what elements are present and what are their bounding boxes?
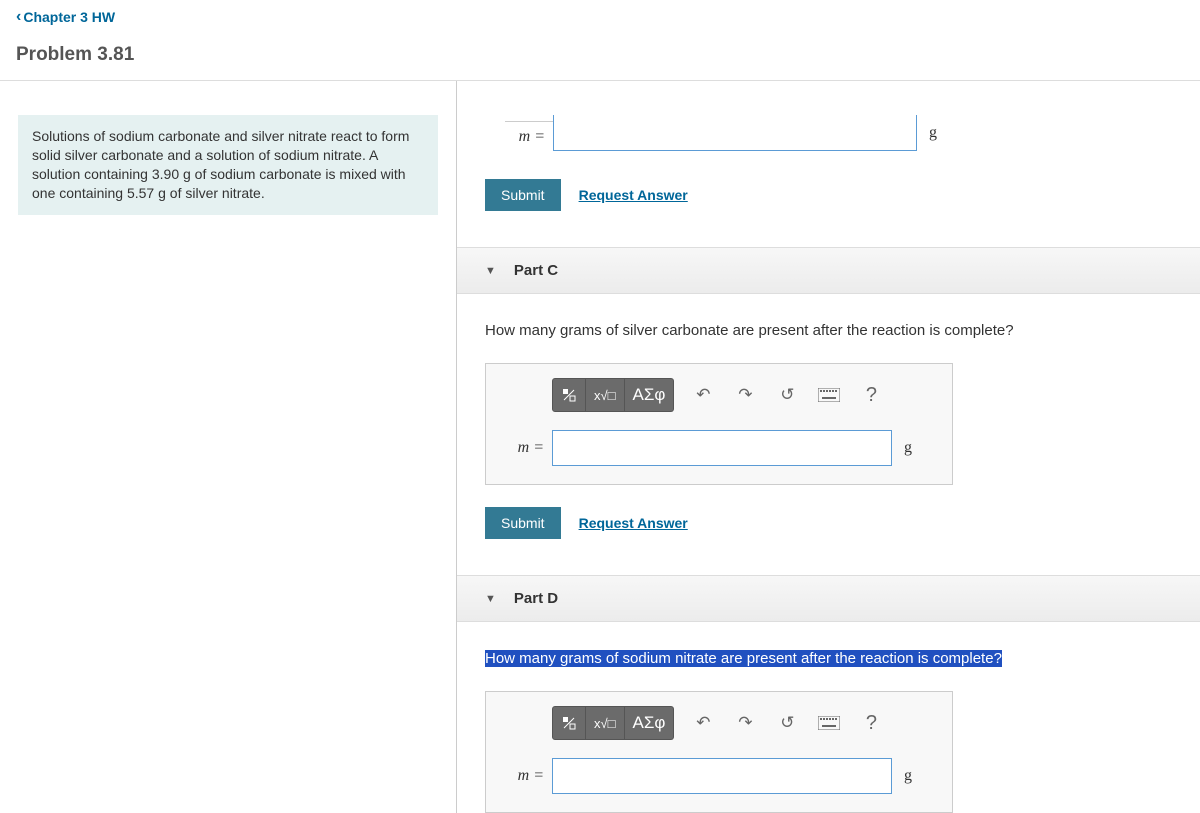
part-b-tail: m = g Submit Request Answer [457, 115, 1200, 211]
left-column: Solutions of sodium carbonate and silver… [0, 81, 457, 813]
part-d-header[interactable]: ▼ Part D [457, 575, 1200, 622]
variable-label: m = [504, 767, 552, 785]
undo-icon[interactable]: ↶ [682, 706, 724, 740]
fraction-tool-icon[interactable] [552, 706, 586, 740]
right-column: m = g Submit Request Answer ▼ Part C How… [457, 81, 1200, 813]
part-c-question: How many grams of silver carbonate are p… [485, 322, 1172, 339]
part-d-body: How many grams of sodium nitrate are pre… [457, 622, 1200, 813]
back-link[interactable]: ‹ Chapter 3 HW [16, 8, 115, 26]
answer-row: m = g [505, 115, 1172, 151]
greek-tool-button[interactable]: ΑΣφ [625, 378, 675, 412]
part-c-header[interactable]: ▼ Part C [457, 247, 1200, 294]
problem-statement: Solutions of sodium carbonate and silver… [18, 115, 438, 215]
answer-toolbox: x√□ ΑΣφ ↶ ↷ ↺ ? m = g [485, 363, 953, 485]
back-link-label: Chapter 3 HW [23, 9, 115, 25]
page-header: ‹ Chapter 3 HW Problem 3.81 [0, 0, 1200, 81]
redo-icon[interactable]: ↷ [724, 378, 766, 412]
submit-button[interactable]: Submit [485, 179, 561, 211]
keyboard-icon[interactable] [808, 378, 850, 412]
redo-icon[interactable]: ↷ [724, 706, 766, 740]
reset-icon[interactable]: ↺ [766, 706, 808, 740]
variable-label: m = [505, 121, 553, 146]
undo-icon[interactable]: ↶ [682, 378, 724, 412]
request-answer-link[interactable]: Request Answer [579, 187, 688, 203]
collapse-icon: ▼ [485, 593, 496, 605]
answer-toolbox: x√□ ΑΣφ ↶ ↷ ↺ ? m = g [485, 691, 953, 813]
request-answer-link[interactable]: Request Answer [579, 515, 688, 531]
greek-tool-button[interactable]: ΑΣφ [625, 706, 675, 740]
submit-row: Submit Request Answer [485, 179, 1172, 211]
part-c-body: How many grams of silver carbonate are p… [457, 294, 1200, 539]
main-area: Solutions of sodium carbonate and silver… [0, 81, 1200, 813]
submit-row: Submit Request Answer [485, 507, 1172, 539]
unit-label: g [904, 767, 912, 785]
part-d-question: How many grams of sodium nitrate are pre… [485, 650, 1002, 667]
equation-toolbar: x√□ ΑΣφ ↶ ↷ ↺ ? [552, 706, 934, 740]
unit-label: g [929, 124, 937, 142]
help-icon[interactable]: ? [850, 706, 892, 740]
sqrt-tool-icon[interactable]: x√□ [586, 706, 625, 740]
help-icon[interactable]: ? [850, 378, 892, 412]
unit-label: g [904, 439, 912, 457]
answer-input[interactable] [552, 430, 892, 466]
part-d-title: Part D [514, 590, 558, 607]
collapse-icon: ▼ [485, 265, 496, 277]
answer-input[interactable] [552, 758, 892, 794]
equation-toolbar: x√□ ΑΣφ ↶ ↷ ↺ ? [552, 378, 934, 412]
reset-icon[interactable]: ↺ [766, 378, 808, 412]
problem-title: Problem 3.81 [16, 44, 1184, 66]
answer-input[interactable] [553, 115, 917, 151]
chevron-left-icon: ‹ [16, 8, 21, 26]
sqrt-tool-icon[interactable]: x√□ [586, 378, 625, 412]
fraction-tool-icon[interactable] [552, 378, 586, 412]
answer-row: m = g [504, 758, 934, 794]
variable-label: m = [504, 439, 552, 457]
answer-row: m = g [504, 430, 934, 466]
keyboard-icon[interactable] [808, 706, 850, 740]
submit-button[interactable]: Submit [485, 507, 561, 539]
part-c-title: Part C [514, 262, 558, 279]
